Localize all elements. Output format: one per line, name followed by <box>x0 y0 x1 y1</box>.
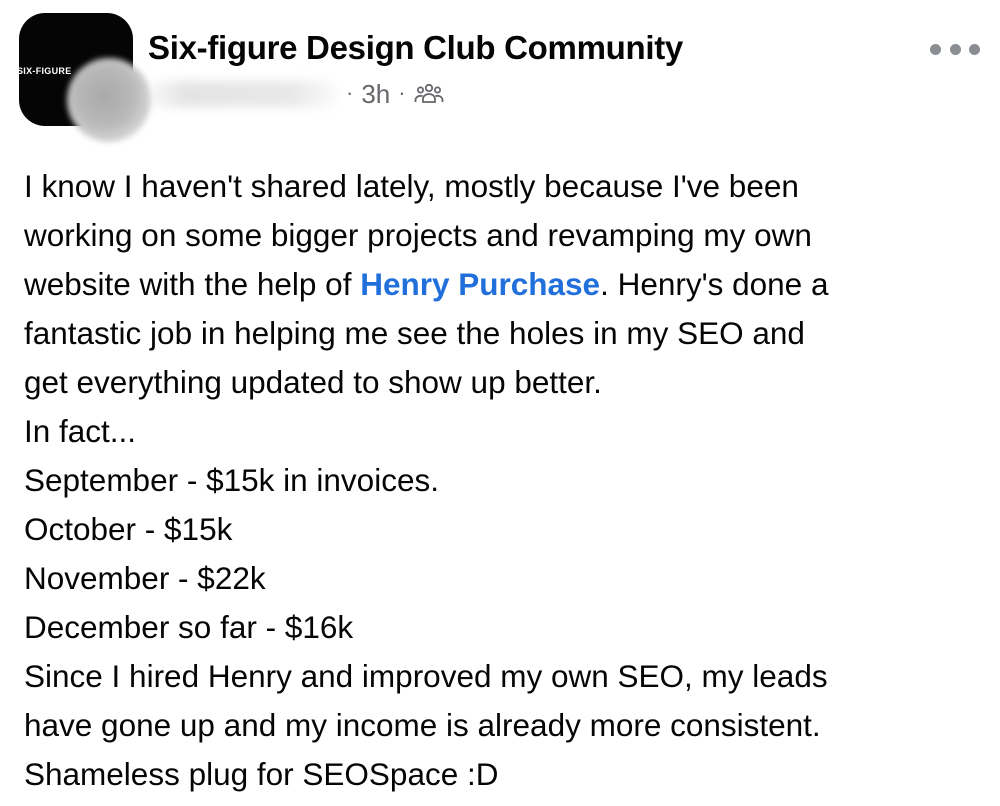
meta-separator: · <box>346 80 354 105</box>
post-line: I know I haven't shared lately, mostly b… <box>24 168 799 204</box>
post-line: December so far - $16k <box>24 609 354 645</box>
post-line: October - $15k <box>24 511 233 547</box>
post-text-segment: website with the help of <box>24 266 361 302</box>
post-text: I know I haven't shared lately, mostly b… <box>24 162 984 799</box>
group-name-link[interactable]: Six-figure Design Club Community <box>148 29 683 67</box>
group-avatar-text: SIX-FIGURE <box>19 66 72 76</box>
post-line: Since I hired Henry and improved my own … <box>24 658 828 694</box>
post-line: working on some bigger projects and reva… <box>24 217 812 253</box>
post-text-segment: . Henry's done a <box>600 266 829 302</box>
more-dot <box>969 43 980 55</box>
post-meta: · 3h · <box>148 76 444 112</box>
more-dot <box>949 43 961 55</box>
post-line: In fact... <box>24 413 137 449</box>
author-name-link[interactable] <box>148 81 338 107</box>
post-timestamp[interactable]: 3h <box>361 79 390 110</box>
post-line: website with the help of Henry Purchase.… <box>24 260 984 309</box>
post-line: Shameless plug for SEOSpace :D <box>24 756 499 792</box>
post-line: September - $15k in invoices. <box>24 462 439 498</box>
post-header: SIX-FIGURE Six-figure Design Club Commun… <box>0 0 1000 142</box>
mention-link-henry-purchase[interactable]: Henry Purchase <box>360 266 600 302</box>
post-line: have gone up and my income is already mo… <box>24 707 821 743</box>
author-avatar[interactable] <box>67 58 151 142</box>
meta-separator: · <box>398 80 406 105</box>
post-line: fantastic job in helping me see the hole… <box>24 315 805 351</box>
post-line: get everything updated to show up better… <box>24 364 602 400</box>
more-options-button[interactable] <box>930 36 980 62</box>
more-dot <box>930 43 941 55</box>
post-line: November - $22k <box>24 560 266 596</box>
group-members-icon[interactable] <box>414 82 444 106</box>
